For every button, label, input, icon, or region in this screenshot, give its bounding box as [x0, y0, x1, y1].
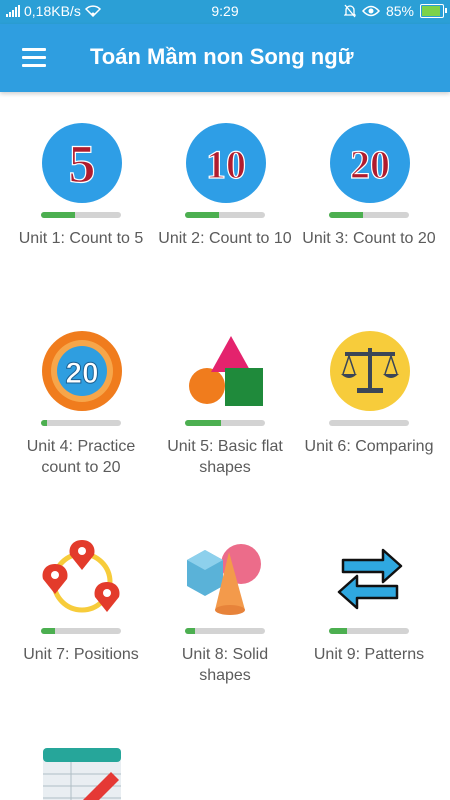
- balance-scale-icon: [330, 331, 410, 411]
- svg-text:10: 10: [206, 142, 246, 187]
- unit-label: Unit 2: Count to 10: [158, 230, 292, 247]
- unit-progress-bar: [329, 420, 409, 426]
- battery-percent: 85%: [385, 3, 414, 19]
- app-title: Toán Mầm non Song ngữ: [90, 44, 354, 69]
- battery-icon: [420, 4, 447, 18]
- unit-card-10[interactable]: [11, 746, 151, 800]
- unit-label: Unit 8: Solid shapes: [181, 646, 269, 684]
- unit-progress-bar: [41, 212, 121, 218]
- unit-label: Unit 7: Positions: [23, 646, 139, 663]
- unit-card-3[interactable]: 20 Unit 3: Count to 20: [299, 122, 439, 292]
- unit-progress-bar: [329, 628, 409, 634]
- unit-progress-bar: [185, 212, 265, 218]
- unit-label: Unit 4: Practice count to 20: [26, 438, 136, 476]
- number-10-icon: 10: [186, 123, 266, 203]
- unit-progress-bar: [41, 420, 121, 426]
- unit-label: Unit 9: Patterns: [313, 646, 425, 663]
- unit-card-5[interactable]: Unit 5: Basic flat shapes: [155, 330, 295, 500]
- flat-shapes-icon: [189, 336, 263, 406]
- unit-card-8[interactable]: Unit 8: Solid shapes: [155, 538, 295, 708]
- spreadsheet-pencil-icon: [43, 748, 121, 800]
- unit-label: Unit 1: Count to 5: [18, 230, 144, 247]
- unit-progress-bar: [329, 212, 409, 218]
- unit-progress-bar: [41, 628, 121, 634]
- status-right: 85%: [343, 3, 447, 19]
- unit-card-9[interactable]: Unit 9: Patterns: [299, 538, 439, 708]
- unit-card-2[interactable]: 10 Unit 2: Count to 10: [155, 122, 295, 292]
- bell-muted-icon: [343, 4, 356, 18]
- unit-card-7[interactable]: Unit 7: Positions: [11, 538, 151, 708]
- repeat-arrows-icon: [337, 548, 403, 610]
- status-bar: 0,18KB/s 9:29 85%: [0, 0, 450, 24]
- unit-progress-bar: [185, 628, 265, 634]
- unit-label: Unit 5: Basic flat shapes: [167, 438, 283, 476]
- eye-icon: [361, 5, 380, 17]
- number-5-icon: 5: [42, 123, 122, 203]
- number-20-icon: 20: [330, 123, 410, 203]
- location-pins-icon: [42, 540, 120, 613]
- unit-card-1[interactable]: 5 Unit 1: Count to 5: [11, 122, 151, 292]
- hamburger-icon[interactable]: [22, 48, 46, 68]
- unit-card-6[interactable]: Unit 6: Comparing: [299, 330, 439, 500]
- unit-progress-bar: [185, 420, 265, 426]
- app-bar: Toán Mầm non Song ngữ: [0, 24, 450, 92]
- svg-text:20: 20: [350, 142, 390, 187]
- unit-label: Unit 6: Comparing: [304, 438, 434, 455]
- solid-shapes-icon: [187, 544, 261, 615]
- unit-label: Unit 3: Count to 20: [302, 230, 436, 247]
- practice-20-icon: 20: [42, 331, 122, 411]
- svg-text:20: 20: [65, 357, 98, 390]
- unit-card-4[interactable]: 20 Unit 4: Practice count to 20: [11, 330, 151, 500]
- svg-text:5: 5: [69, 134, 96, 194]
